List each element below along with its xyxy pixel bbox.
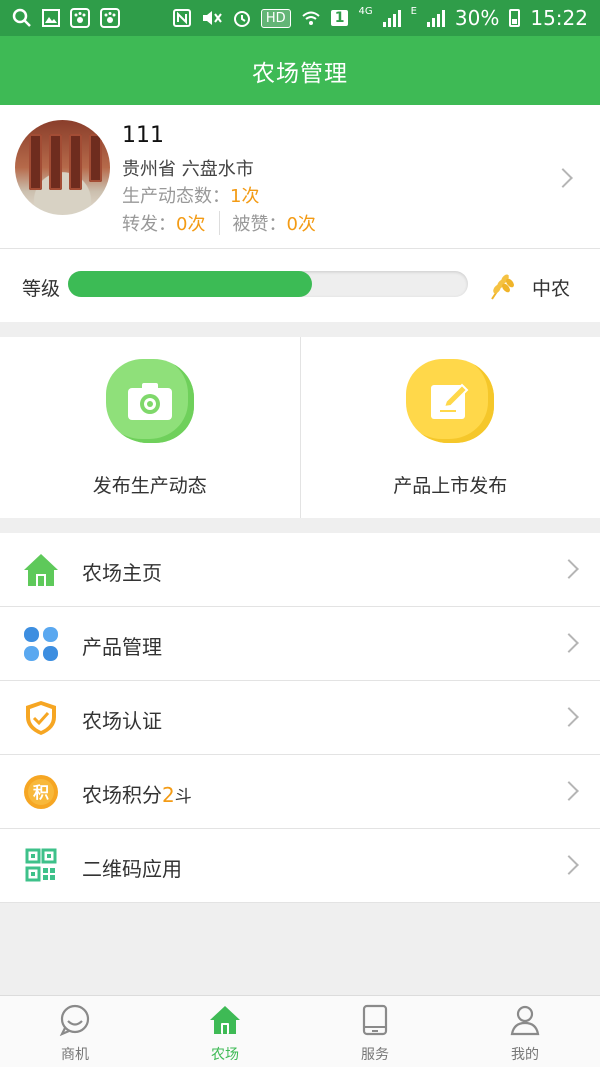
menu-list: 农场主页 产品管理 农场认证 积 农场积分2斗 二维码应用 <box>0 533 600 903</box>
network-type: 4G <box>358 6 373 17</box>
grid-icon <box>24 627 58 661</box>
chevron-right-icon <box>559 855 579 875</box>
title-bar: 农场管理 <box>0 36 600 105</box>
qrcode-icon <box>25 848 57 882</box>
signal-icon <box>382 9 401 27</box>
nav-label: 服务 <box>361 1047 389 1063</box>
menu-item-farm-points[interactable]: 积 农场积分2斗 <box>0 755 600 829</box>
chevron-right-icon <box>559 559 579 579</box>
menu-item-product-management[interactable]: 产品管理 <box>0 607 600 681</box>
level-section: 等级 中农 <box>0 249 600 322</box>
clock: 15:22 <box>530 6 588 30</box>
battery-icon <box>509 9 521 27</box>
divider <box>219 211 221 235</box>
dynamics-value: 1次 <box>230 186 260 207</box>
camera-icon <box>105 359 194 443</box>
home-icon <box>24 554 58 586</box>
nav-tab-mine[interactable]: 我的 <box>450 996 600 1067</box>
chevron-right-icon <box>559 633 579 653</box>
menu-label: 二维码应用 <box>82 857 182 881</box>
paw-app-icon <box>70 8 90 28</box>
level-progress-bar <box>68 271 468 297</box>
image-icon <box>42 9 60 27</box>
menu-label: 农场认证 <box>82 709 162 733</box>
forward-label: 转发： <box>122 214 176 235</box>
nav-tab-farm[interactable]: 农场 <box>150 996 300 1067</box>
wifi-icon <box>302 11 320 25</box>
publish-dynamics-button[interactable]: 发布生产动态 <box>0 337 300 518</box>
paw-app-icon-2 <box>100 8 120 28</box>
menu-label-text: 农场积分 <box>82 783 162 807</box>
points-value: 2 <box>162 783 175 807</box>
bottom-nav: 商机 农场 服务 我的 <box>0 995 600 1067</box>
page-title: 农场管理 <box>252 60 348 87</box>
status-bar-right: HD 1 4G E 30% 15:22 <box>172 6 588 30</box>
chevron-right-icon <box>559 707 579 727</box>
level-label: 等级 <box>22 278 61 300</box>
menu-item-qrcode[interactable]: 二维码应用 <box>0 829 600 903</box>
battery-percent: 30% <box>454 6 500 30</box>
menu-item-farm-home[interactable]: 农场主页 <box>0 533 600 607</box>
wheat-icon <box>491 274 514 300</box>
mute-icon <box>202 11 222 25</box>
nav-label: 商机 <box>61 1047 89 1063</box>
nav-tab-business[interactable]: 商机 <box>0 996 150 1067</box>
points-icon-text: 积 <box>33 783 49 802</box>
menu-label: 农场主页 <box>82 561 162 585</box>
hd-badge: HD <box>260 8 291 28</box>
chevron-right-icon <box>559 781 579 801</box>
alarm-icon <box>233 11 250 27</box>
status-bar: HD 1 4G E 30% 15:22 <box>0 0 600 36</box>
chevron-right-icon <box>553 168 573 188</box>
menu-label: 农场积分2斗 <box>82 779 192 808</box>
social-stats: 转发： 0次 被赞： 0次 <box>122 210 316 236</box>
home-icon <box>210 1006 240 1034</box>
nav-label: 农场 <box>211 1047 239 1063</box>
menu-label: 产品管理 <box>82 635 162 659</box>
profile-card[interactable]: 111 贵州省 六盘水市 生产动态数：1次 转发： 0次 被赞： 0次 <box>0 105 600 249</box>
edit-icon <box>406 359 495 443</box>
likes-label: 被赞： <box>232 214 287 235</box>
nfc-icon <box>172 9 191 27</box>
avatar[interactable] <box>15 120 110 215</box>
forward-value: 0次 <box>176 214 206 235</box>
product-release-label: 产品上市发布 <box>393 475 508 497</box>
level-progress-fill <box>68 271 312 297</box>
farm-location: 贵州省 六盘水市 <box>122 159 254 180</box>
signal-icon-2 <box>426 9 445 27</box>
search-icon <box>12 8 31 27</box>
sim-badge: 1 <box>330 10 349 26</box>
level-rank: 中农 <box>532 278 571 300</box>
tablet-icon <box>362 1004 388 1036</box>
points-unit: 斗 <box>174 787 192 807</box>
dynamics-count: 生产动态数：1次 <box>122 182 259 208</box>
menu-item-farm-certification[interactable]: 农场认证 <box>0 681 600 755</box>
dynamics-label: 生产动态数： <box>122 186 230 207</box>
chat-icon <box>59 1004 90 1036</box>
edge-indicator: E <box>410 6 417 17</box>
farm-name: 111 <box>122 123 164 148</box>
publish-dynamics-label: 发布生产动态 <box>92 475 207 497</box>
shield-check-icon <box>26 701 56 735</box>
nav-tab-service[interactable]: 服务 <box>300 996 450 1067</box>
action-cards: 发布生产动态 产品上市发布 <box>0 337 600 518</box>
user-icon <box>510 1005 540 1036</box>
points-icon: 积 <box>24 775 58 809</box>
nav-label: 我的 <box>511 1047 539 1063</box>
product-release-button[interactable]: 产品上市发布 <box>299 337 600 518</box>
likes-value: 0次 <box>286 214 316 235</box>
status-bar-left <box>12 8 120 28</box>
